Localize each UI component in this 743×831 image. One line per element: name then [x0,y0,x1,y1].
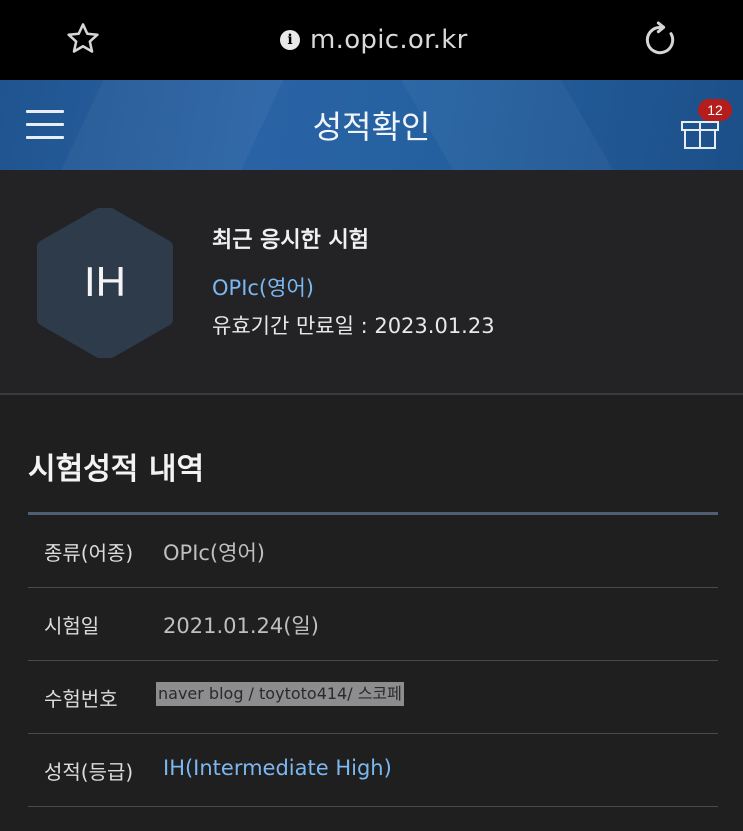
info-icon[interactable]: i [280,30,300,50]
row-label: 성적(등급) [44,760,134,784]
browser-url-bar: i m.opic.or.kr [0,0,743,80]
row-value: 2021.01.24(일) [163,614,319,638]
table-row: 수험번호 naver blog / toytoto414/ 스코페 [28,661,718,734]
url-text: m.opic.or.kr [310,25,468,55]
grade-badge: IH [84,258,126,305]
star-icon[interactable] [64,20,102,58]
row-value: OPIc(영어) [163,541,265,565]
row-label: 시험일 [44,614,100,638]
address-field[interactable]: i m.opic.or.kr [280,22,468,58]
recent-exam-name[interactable]: OPIc(영어) [212,272,314,302]
grade-value: IH(Intermediate High) [163,756,392,780]
section-title: 시험성적 내역 [28,452,205,487]
results-table: 종류(어종) OPIc(영어) 시험일 2021.01.24(일) 수험번호 n… [28,512,718,807]
table-row: 종류(어종) OPIc(영어) [28,515,718,588]
app-header: 성적확인 [0,80,743,170]
table-row: 성적(등급) IH(Intermediate High) [28,734,718,807]
masked-exam-number: naver blog / toytoto414/ 스코페 [156,682,404,706]
reload-icon[interactable] [640,20,680,60]
recent-exam-label: 최근 응시한 시험 [212,228,369,253]
page-title: 성적확인 [312,109,431,145]
notification-badge: 12 [698,99,732,121]
row-label: 수험번호 [44,687,118,711]
row-label: 종류(어종) [44,541,134,565]
table-row: 시험일 2021.01.24(일) [28,588,718,661]
recent-exam-card: IH 최근 응시한 시험 OPIc(영어) 유효기간 만료일 : 2023.01… [0,170,743,395]
expiry-date: 유효기간 만료일 : 2023.01.23 [212,314,495,338]
